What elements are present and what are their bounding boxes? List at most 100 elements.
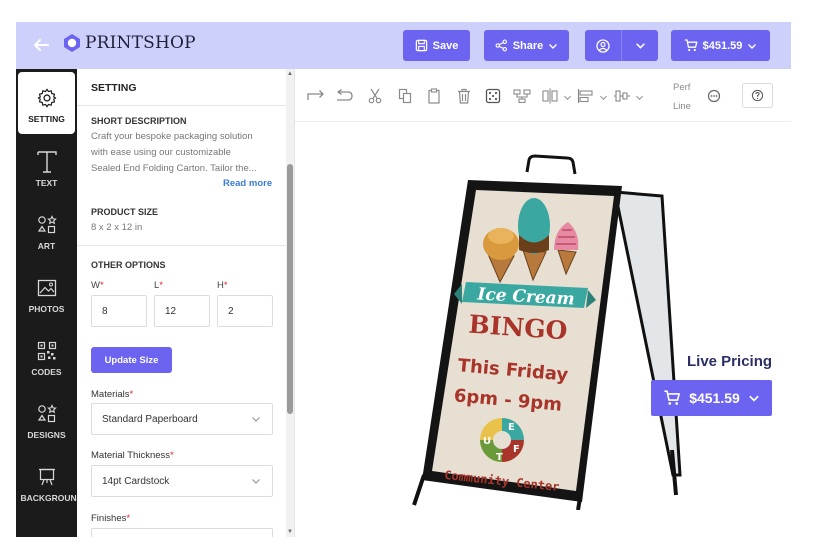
height-label: H* <box>217 280 228 291</box>
width-label: W* <box>91 280 104 291</box>
cart-total: $451.59 <box>702 39 743 52</box>
perf-line-label: Line <box>673 101 691 112</box>
dice-icon[interactable] <box>484 87 502 105</box>
short-description-line: with ease using our customizable <box>91 147 231 158</box>
thickness-label-text: Material Thickness <box>91 450 171 461</box>
user-icon-button[interactable] <box>585 30 621 61</box>
other-options-heading: OTHER OPTIONS <box>91 260 166 270</box>
chevron-down-icon[interactable] <box>635 93 644 102</box>
height-label-text: H <box>217 280 224 291</box>
width-input[interactable]: 8 <box>91 295 147 327</box>
materials-label-text: Materials <box>91 389 130 400</box>
chevron-down-icon[interactable] <box>563 93 572 102</box>
required-mark: * <box>170 450 174 461</box>
qr-code-icon <box>37 339 57 363</box>
chevron-down-icon <box>252 417 260 422</box>
shapes-icon <box>37 213 57 237</box>
length-label: L* <box>154 280 163 291</box>
printshop-logo[interactable]: PRINTSHOP <box>62 33 196 53</box>
panel-scrollbar[interactable]: ▲ ▼ <box>286 69 294 537</box>
perf-line-tool[interactable]: Perf Line <box>673 78 691 116</box>
thickness-select[interactable]: 14pt Cardstock <box>91 465 273 497</box>
chevron-down-icon <box>749 395 759 402</box>
gear-icon <box>36 86 58 110</box>
editor-toolbar: Perf Line <box>295 69 791 122</box>
update-size-button[interactable]: Update Size <box>91 347 172 373</box>
chevron-down-icon <box>549 43 558 49</box>
rail-label: CODES <box>31 367 62 377</box>
live-pricing-price: $451.59 <box>689 390 740 406</box>
logo-text: PRINTSHOP <box>85 33 196 53</box>
length-input[interactable]: 12 <box>154 295 210 327</box>
back-arrow-icon[interactable] <box>30 34 52 56</box>
thickness-value: 14pt Cardstock <box>102 476 170 487</box>
app-frame: PRINTSHOP Save Share $451.59 SETTING TEX… <box>16 22 791 537</box>
rail-item-photos[interactable]: PHOTOS <box>16 262 77 324</box>
a-frame-sign-preview[interactable]: Ice Cream BINGO This Friday 6pm - 9pm E … <box>410 150 690 510</box>
share-label: Share <box>512 39 544 52</box>
top-header: PRINTSHOP Save Share $451.59 <box>16 22 791 69</box>
scrollbar-thumb[interactable] <box>287 164 293 414</box>
short-description-heading: SHORT DESCRIPTION <box>91 116 187 126</box>
redo-icon[interactable] <box>307 87 325 105</box>
save-icon <box>415 39 427 52</box>
account-button[interactable] <box>585 30 658 61</box>
rail-item-art[interactable]: ART <box>16 199 77 261</box>
distribute-icon[interactable] <box>541 87 559 105</box>
required-mark: * <box>223 280 228 291</box>
live-pricing-button[interactable]: $451.59 <box>651 380 772 416</box>
paste-icon[interactable] <box>425 87 443 105</box>
live-pricing-label: Live Pricing <box>687 353 773 370</box>
rail-label: SETTING <box>28 114 65 124</box>
trash-icon[interactable] <box>455 87 473 105</box>
rail-item-background[interactable]: BACKGROUND <box>16 451 83 513</box>
rail-label: TEXT <box>35 178 58 188</box>
height-input[interactable]: 2 <box>217 295 273 327</box>
panel-title: SETTING <box>91 82 137 94</box>
finishes-select[interactable] <box>91 528 273 537</box>
cart-button[interactable]: $451.59 <box>671 30 770 61</box>
rail-label: PHOTOS <box>28 304 65 314</box>
materials-label: Materials* <box>91 389 133 400</box>
undo-icon[interactable] <box>336 87 354 105</box>
user-circle-icon <box>596 38 610 53</box>
more-icon[interactable] <box>705 87 723 105</box>
wheel-letter: T <box>496 452 503 463</box>
divider <box>77 105 294 106</box>
product-size-heading: PRODUCT SIZE <box>91 207 159 217</box>
scroll-up-icon[interactable]: ▲ <box>287 71 293 77</box>
group-icon[interactable] <box>513 87 531 105</box>
scissors-icon[interactable] <box>366 87 384 105</box>
account-dropdown-toggle[interactable] <box>622 30 658 61</box>
settings-panel: SETTING SHORT DESCRIPTION Craft your bes… <box>77 69 295 537</box>
copy-icon[interactable] <box>396 87 414 105</box>
finishes-label: Finishes* <box>91 513 130 524</box>
rail-item-text[interactable]: TEXT <box>16 136 77 198</box>
read-more-link[interactable]: Read more <box>223 178 272 189</box>
materials-select[interactable]: Standard Paperboard <box>91 403 273 435</box>
scroll-down-icon[interactable]: ▼ <box>287 529 293 535</box>
wheel-letter: F <box>513 444 520 455</box>
share-button[interactable]: Share <box>484 30 569 61</box>
help-icon <box>751 89 764 102</box>
help-button[interactable] <box>742 83 773 108</box>
rail-item-designs[interactable]: DESIGNS <box>16 388 77 450</box>
thickness-label: Material Thickness* <box>91 450 174 461</box>
divider <box>77 245 289 246</box>
wheel-letter: E <box>508 422 515 433</box>
rail-label: DESIGNS <box>27 430 66 440</box>
align-icon[interactable] <box>577 87 595 105</box>
save-label: Save <box>432 39 459 52</box>
required-mark: * <box>99 280 104 291</box>
logo-mark-icon <box>64 34 80 52</box>
cart-icon <box>684 39 698 52</box>
save-button[interactable]: Save <box>403 30 470 61</box>
rail-item-codes[interactable]: CODES <box>16 325 77 387</box>
vertical-align-icon[interactable] <box>613 87 631 105</box>
rail-item-setting[interactable]: SETTING <box>18 72 75 134</box>
tool-rail: SETTING TEXT ART PHOTOS CODES DESIGNS BA… <box>16 69 83 537</box>
materials-value: Standard Paperboard <box>102 414 198 425</box>
chevron-down-icon[interactable] <box>599 93 608 102</box>
required-mark: * <box>129 389 134 400</box>
design-canvas[interactable]: Ice Cream BINGO This Friday 6pm - 9pm E … <box>295 122 791 537</box>
